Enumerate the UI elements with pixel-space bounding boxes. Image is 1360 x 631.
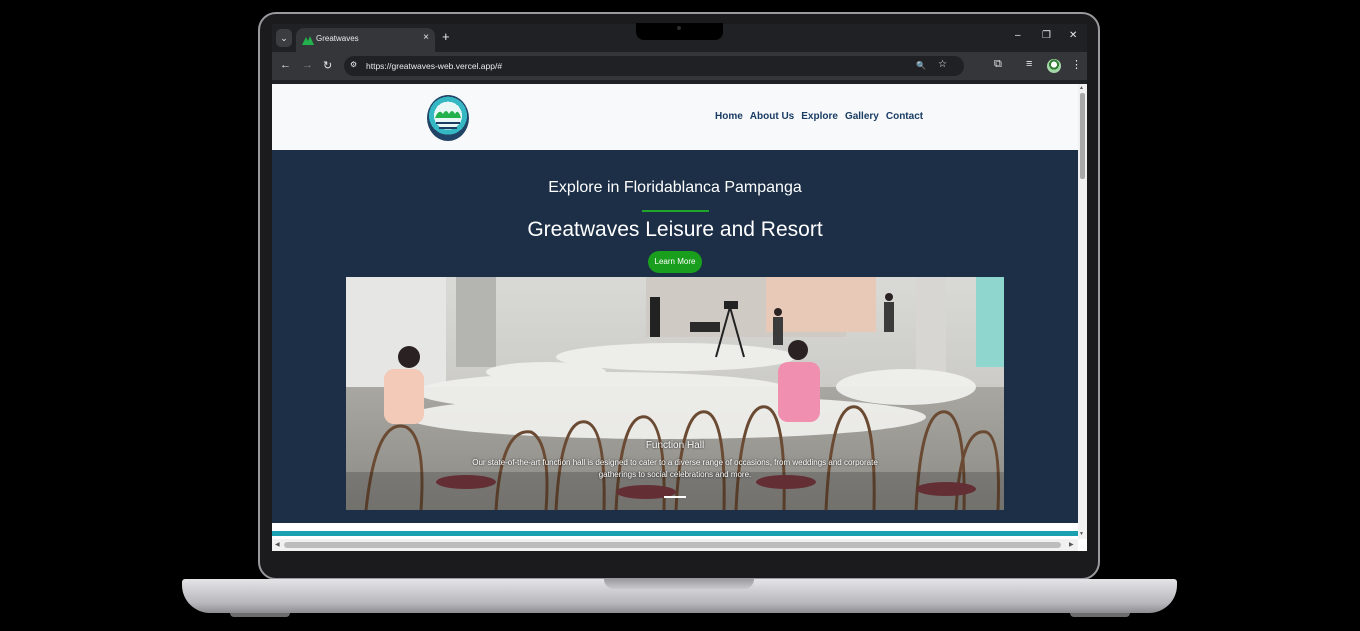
browser-window: ⌄ Greatwaves × + – ❐ ✕ ← → ↻ ⚙ https://g… bbox=[272, 24, 1087, 551]
tab-close-icon[interactable]: × bbox=[423, 32, 429, 43]
browser-toolbar: ← → ↻ ⚙ https://greatwaves-web.vercel.ap… bbox=[272, 52, 1087, 80]
scroll-down-arrow-icon[interactable]: ▼ bbox=[1079, 531, 1084, 537]
tab-search-icon[interactable]: ⌄ bbox=[276, 29, 292, 47]
browser-menu-icon[interactable]: ⋮ bbox=[1071, 58, 1082, 71]
new-tab-button[interactable]: + bbox=[442, 29, 450, 44]
wave-logo-icon bbox=[435, 111, 461, 118]
vertical-scrollbar[interactable]: ▲ ▼ bbox=[1078, 84, 1087, 539]
nav-contact-link[interactable]: Contact bbox=[886, 111, 923, 122]
greatwaves-favicon-icon bbox=[302, 36, 314, 45]
laptop-opening-notch bbox=[604, 579, 754, 589]
url-text[interactable]: https://greatwaves-web.vercel.app/# bbox=[366, 61, 502, 71]
close-window-icon[interactable]: ✕ bbox=[1069, 30, 1077, 41]
image-carousel[interactable]: Function Hall Our state-of-the-art funct… bbox=[346, 277, 1004, 510]
laptop-foot-right bbox=[1070, 613, 1130, 617]
media-control-icon[interactable]: ≡ bbox=[1026, 58, 1032, 70]
minimize-icon[interactable]: – bbox=[1015, 30, 1021, 41]
scroll-up-arrow-icon[interactable]: ▲ bbox=[1079, 85, 1084, 91]
hero-section: Explore in Floridablanca Pampanga Greatw… bbox=[272, 150, 1078, 523]
nav-home-link[interactable]: Home bbox=[715, 111, 743, 122]
zoom-icon[interactable]: 🔍 bbox=[916, 61, 926, 70]
scroll-left-arrow-icon[interactable]: ◀ bbox=[275, 541, 280, 548]
logo-text-line bbox=[439, 127, 457, 129]
site-navigation: Home About Us Explore Gallery Contact bbox=[715, 111, 923, 122]
camera-notch bbox=[636, 23, 723, 40]
restore-icon[interactable]: ❐ bbox=[1042, 30, 1051, 41]
carousel-indicator-active[interactable] bbox=[664, 496, 686, 498]
nav-about-link[interactable]: About Us bbox=[750, 111, 794, 122]
greatwaves-logo[interactable] bbox=[427, 95, 469, 141]
nav-gallery-link[interactable]: Gallery bbox=[845, 111, 879, 122]
hero-title: Greatwaves Leisure and Resort bbox=[527, 218, 823, 241]
horizontal-scrollbar-thumb[interactable] bbox=[284, 542, 1061, 548]
reload-icon[interactable]: ↻ bbox=[323, 59, 332, 72]
tab-greatwaves[interactable]: Greatwaves × bbox=[296, 28, 435, 52]
back-icon[interactable]: ← bbox=[280, 59, 291, 71]
tab-title: Greatwaves bbox=[316, 34, 359, 43]
forward-icon[interactable]: → bbox=[302, 59, 313, 71]
nav-explore-link[interactable]: Explore bbox=[801, 111, 838, 122]
profile-avatar[interactable] bbox=[1047, 59, 1061, 73]
vertical-scrollbar-thumb[interactable] bbox=[1080, 93, 1085, 179]
camera-icon bbox=[677, 26, 681, 30]
address-bar[interactable]: ⚙ https://greatwaves-web.vercel.app/# 🔍 … bbox=[344, 56, 964, 76]
laptop-foot-left bbox=[230, 613, 290, 617]
hero-subtitle: Explore in Floridablanca Pampanga bbox=[548, 179, 802, 196]
scroll-right-arrow-icon[interactable]: ▶ bbox=[1069, 541, 1074, 548]
site-header: Home About Us Explore Gallery Contact bbox=[272, 84, 1078, 150]
section-divider-bar bbox=[272, 531, 1078, 536]
carousel-caption-title: Function Hall bbox=[645, 440, 705, 451]
site-info-icon[interactable]: ⚙ bbox=[350, 60, 357, 69]
page-viewport: Home About Us Explore Gallery Contact Ex… bbox=[272, 84, 1087, 551]
learn-more-button[interactable]: Learn More bbox=[648, 251, 702, 273]
extensions-icon[interactable]: ⧉ bbox=[994, 58, 1002, 71]
laptop-base bbox=[182, 579, 1177, 613]
horizontal-scrollbar[interactable]: ◀ ▶ bbox=[272, 539, 1078, 551]
logo-text-line bbox=[436, 122, 460, 124]
bookmark-star-icon[interactable]: ☆ bbox=[938, 59, 947, 70]
carousel-caption-text: Our state-of-the-art function hall is de… bbox=[472, 458, 878, 479]
hero-divider bbox=[642, 210, 709, 212]
